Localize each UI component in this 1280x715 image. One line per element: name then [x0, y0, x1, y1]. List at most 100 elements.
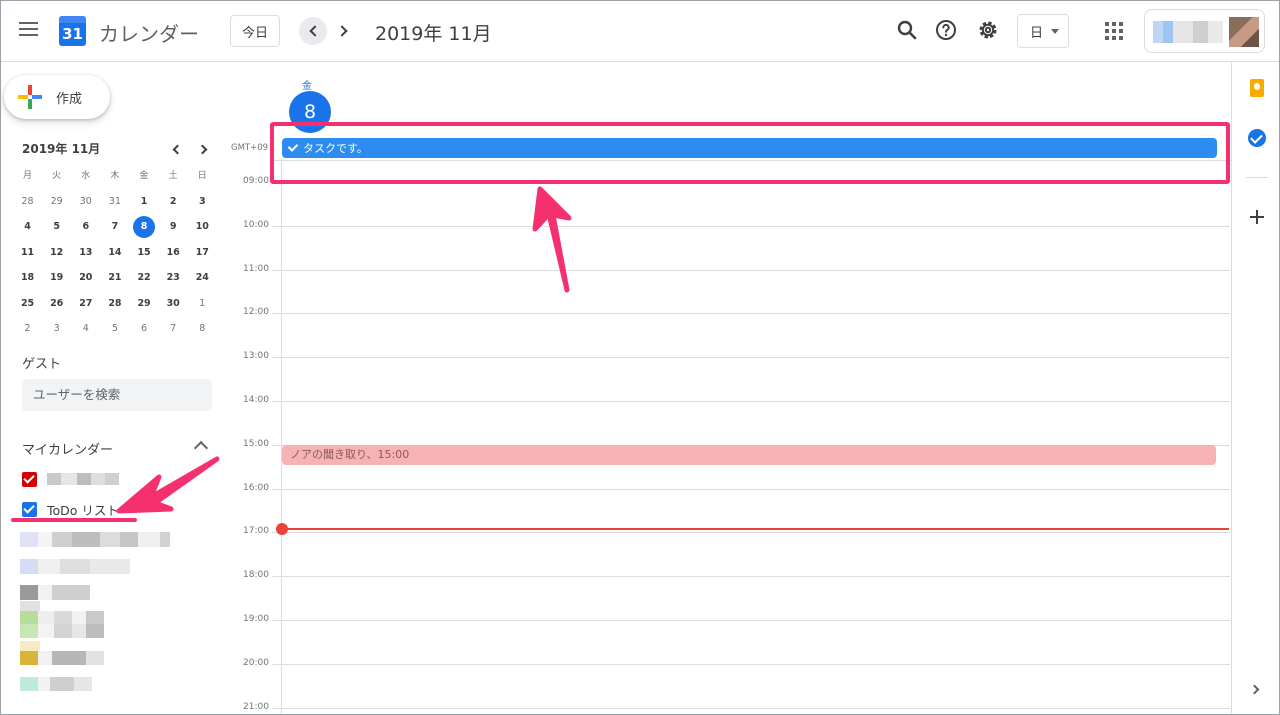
day-grid[interactable]: [272, 161, 1230, 714]
mini-calendar-day[interactable]: 13: [71, 242, 100, 268]
mini-calendar-day[interactable]: 16: [159, 242, 188, 268]
search-icon[interactable]: [895, 18, 919, 42]
calendar-checkbox[interactable]: [22, 501, 37, 517]
today-button[interactable]: 今日: [230, 15, 280, 47]
chevron-up-icon[interactable]: [193, 440, 209, 456]
mini-weekday-label: 火: [52, 171, 62, 181]
calendar-item-todo[interactable]: ToDo リスト: [22, 501, 119, 518]
my-calendars-title: マイカレンダー: [22, 443, 114, 458]
apps-grid-icon[interactable]: [1105, 22, 1123, 40]
hour-gridline: [272, 357, 1230, 359]
mini-calendar-day[interactable]: 27: [71, 293, 100, 319]
mini-calendar-day[interactable]: 10: [188, 216, 217, 242]
mini-calendar-day[interactable]: 18: [13, 267, 42, 293]
mini-weekday-label: 金: [139, 171, 149, 181]
hour-gridline: [272, 225, 1230, 227]
account-name-blurred: [1153, 21, 1223, 43]
mini-calendar-day[interactable]: 20: [71, 267, 100, 293]
dropdown-caret-icon: [1051, 28, 1060, 34]
hour-gridline: [272, 663, 1230, 665]
mini-calendar-day[interactable]: 29: [130, 293, 159, 319]
mini-calendar-day[interactable]: 6: [71, 216, 100, 242]
current-time-line: [282, 528, 1229, 530]
tasks-icon[interactable]: [1248, 129, 1266, 147]
mini-calendar-day[interactable]: 4: [71, 318, 100, 344]
day-weekday-label: 金: [302, 81, 312, 92]
mini-calendar-day[interactable]: 12: [42, 242, 71, 268]
mini-calendar-day[interactable]: 29: [42, 191, 71, 217]
guest-section-title: ゲスト: [22, 357, 62, 372]
mini-calendar-day[interactable]: 1: [130, 191, 159, 217]
mini-calendar-day[interactable]: 30: [71, 191, 100, 217]
time-label: 11:00: [243, 263, 269, 274]
colorful-plus-icon: [18, 85, 42, 109]
guest-search-input[interactable]: ユーザーを検索: [22, 379, 212, 411]
hour-gridline: [272, 401, 1230, 402]
time-label: 09:00: [243, 176, 269, 186]
mini-calendar-day[interactable]: 24: [188, 267, 217, 293]
mini-weekday-label: 土: [168, 171, 178, 181]
main-menu-icon[interactable]: [19, 22, 38, 38]
side-panel: [1231, 62, 1279, 714]
mini-calendar-day[interactable]: 31: [100, 191, 129, 217]
app-title: カレンダー: [99, 22, 199, 46]
mini-calendar-day[interactable]: 3: [42, 318, 71, 344]
mini-calendar-day[interactable]: 30: [159, 293, 188, 319]
current-period-title: 2019年 11月: [375, 23, 492, 45]
create-button[interactable]: 作成: [4, 75, 110, 119]
chevron-left-icon: [172, 144, 183, 154]
hour-gridline: [272, 488, 1230, 490]
keep-icon[interactable]: [1250, 79, 1264, 97]
mini-calendar-day[interactable]: 5: [42, 216, 71, 242]
mini-calendar-day[interactable]: 6: [130, 318, 159, 344]
mini-calendar-day[interactable]: 8: [188, 318, 217, 344]
mini-calendar-day[interactable]: 26: [42, 293, 71, 319]
time-label: 19:00: [243, 614, 269, 624]
settings-gear-icon[interactable]: [976, 18, 1000, 42]
chevron-left-icon: [308, 25, 321, 37]
mini-calendar-day[interactable]: 7: [159, 318, 188, 344]
event-chip[interactable]: ノアの聞き取り、15:00: [282, 445, 1216, 465]
mini-calendar-day[interactable]: 3: [188, 191, 217, 217]
mini-calendar-day[interactable]: 9: [159, 216, 188, 242]
mini-calendar-day[interactable]: 2: [13, 318, 42, 344]
top-bar: 31 カレンダー 今日 2019年 11月 日: [1, 1, 1279, 62]
mini-calendar-day[interactable]: 2: [159, 191, 188, 217]
mini-calendar-day[interactable]: 14: [100, 242, 129, 268]
mini-calendar-day[interactable]: 19: [42, 267, 71, 293]
logo-number: 31: [62, 25, 83, 43]
mini-calendar-day[interactable]: 4: [13, 216, 42, 242]
chevron-right-icon[interactable]: [1249, 684, 1260, 695]
mini-calendar-day[interactable]: 28: [13, 191, 42, 217]
mini-calendar-day[interactable]: 8: [130, 216, 159, 242]
account-button[interactable]: [1144, 9, 1265, 53]
view-selector[interactable]: 日: [1017, 14, 1069, 48]
mini-calendar-day[interactable]: 17: [188, 242, 217, 268]
mini-calendar-day[interactable]: 5: [100, 318, 129, 344]
create-button-label: 作成: [56, 91, 83, 107]
mini-calendar-prev-button[interactable]: [166, 139, 186, 159]
previous-period-button[interactable]: [299, 17, 327, 45]
panel-divider: [1246, 177, 1268, 178]
mini-calendar-day[interactable]: 7: [100, 216, 129, 242]
mini-calendar-grid: 月火水木金土日 28 29 30 31 1 2 3 4 5 6 7 8 9 10 11 12 13 14 15 16 17…: [13, 165, 217, 344]
next-period-button[interactable]: [329, 17, 357, 45]
mini-calendar-day[interactable]: 23: [159, 267, 188, 293]
mini-weekday-label: 日: [197, 171, 207, 181]
hour-gridline: [272, 576, 1230, 578]
calendar-logo-icon: 31: [59, 16, 86, 46]
mini-calendar-next-button[interactable]: [194, 139, 214, 159]
mini-calendar-day[interactable]: 25: [13, 293, 42, 319]
mini-calendar-day[interactable]: 22: [130, 267, 159, 293]
add-addon-icon[interactable]: [1250, 210, 1264, 224]
calendar-item-personal[interactable]: [22, 471, 119, 487]
calendar-name-blurred: [47, 473, 119, 485]
mini-calendar-day[interactable]: 1: [188, 293, 217, 319]
help-icon[interactable]: [934, 18, 958, 42]
mini-calendar-day[interactable]: 15: [130, 242, 159, 268]
mini-calendar-day[interactable]: 11: [13, 242, 42, 268]
calendar-checkbox[interactable]: [22, 471, 37, 487]
time-label: 16:00: [243, 482, 269, 493]
mini-calendar-day[interactable]: 28: [100, 293, 129, 319]
mini-calendar-day[interactable]: 21: [100, 267, 129, 293]
